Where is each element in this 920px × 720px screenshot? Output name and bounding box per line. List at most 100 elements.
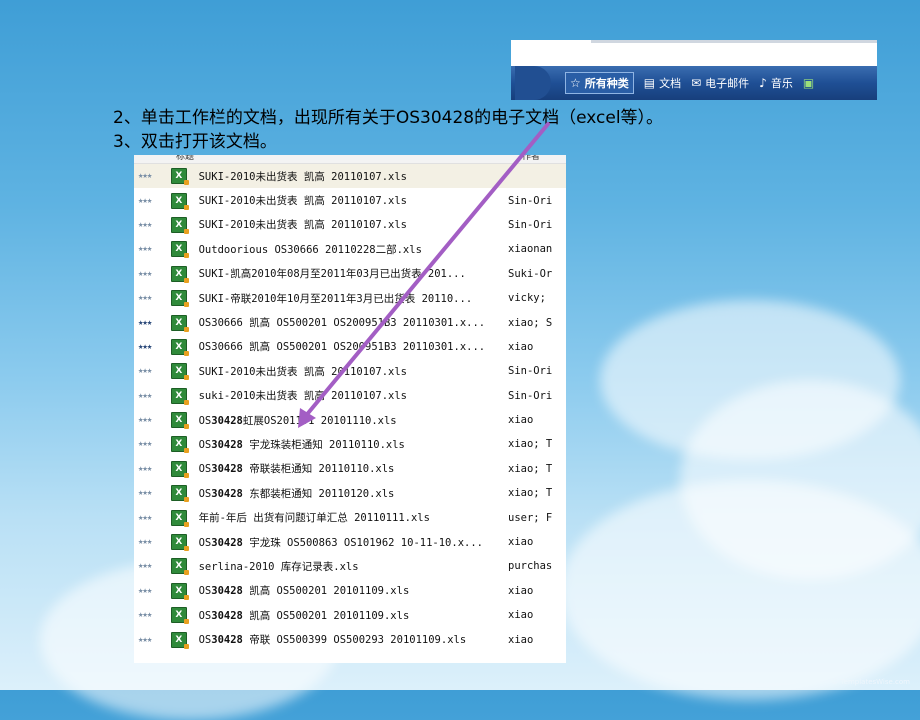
file-row[interactable]: ★★★ X OS30428 帝联装柜通知 20110110.xls xiao; T — [134, 457, 566, 481]
rating-stars: ★★★ — [138, 341, 152, 352]
file-row[interactable]: ★★★ X SUKI-2010未出货表 凯高 20110107.xls Sin-Ori — [134, 359, 566, 383]
file-name-part: OS — [198, 463, 212, 476]
file-author: xiaonan — [508, 243, 553, 256]
cloud-decoration — [560, 480, 920, 700]
file-row[interactable]: ★★★ X 年前-年后 出货有问题订单汇总 20110111.xls user; F — [134, 505, 566, 529]
file-author: Sin-Ori — [508, 194, 553, 207]
rating-stars: ★★★ — [138, 610, 152, 621]
rating-stars: ★★★ — [138, 268, 152, 279]
rating-stars: ★★★ — [138, 317, 152, 328]
file-name: SUKI-凯高2010年08月至2011年03月已出货表 201... — [199, 266, 508, 281]
file-name-part: 宇龙珠 OS500863 OS101962 10-11-10.x... — [242, 536, 483, 549]
excel-file-icon: X — [171, 314, 189, 332]
tab-label: 电子邮件 — [705, 77, 750, 90]
file-name-part: OS — [198, 536, 212, 549]
file-row[interactable]: ★★★ X OS30428 凯高 OS500201 20101109.xls xiao — [134, 603, 566, 627]
tab-documents[interactable]: ▤ 文档 — [644, 73, 681, 93]
excel-file-icon: X — [171, 607, 189, 625]
column-header-author[interactable]: 作者 — [522, 155, 540, 162]
excel-file-icon: X — [171, 509, 189, 527]
file-author: xiao — [508, 609, 534, 622]
column-header-title[interactable]: 标题 — [176, 155, 194, 162]
file-name-part: suki-2010未出货表 凯高 20110107.xls — [198, 390, 408, 403]
file-row[interactable]: ★★★ X SUKI-凯高2010年08月至2011年03月已出货表 201... S… — [134, 262, 566, 286]
file-name: SUKI-2010未出货表 凯高 20110107.xls — [199, 193, 508, 208]
excel-file-icon: X — [171, 216, 189, 234]
step-3: 3、双击打开该文档。 — [113, 132, 277, 152]
rating-stars: ★★★ — [138, 512, 152, 523]
rating-stars: ★★★ — [138, 537, 152, 548]
file-row[interactable]: ★★★ X SUKI-2010未出货表 凯高 20110107.xls — [134, 164, 566, 189]
list-header: 标题 作者 — [134, 155, 566, 164]
file-name-part: Outdoorious OS30666 20110228二部.xls — [198, 243, 422, 256]
file-author: user; F — [508, 511, 553, 524]
file-name: OS30666 凯高 OS500201 OS200951B3 20110301.… — [199, 339, 508, 354]
file-name-match: 30428 — [211, 609, 243, 622]
document-icon: ▤ — [643, 76, 656, 90]
file-author: xiao; T — [508, 462, 553, 475]
file-name: OS30428虹展OS201191 20101110.xls — [199, 413, 508, 428]
file-author: purchas — [508, 560, 553, 573]
file-row[interactable]: ★★★ X OS30428 帝联 OS500399 OS500293 2010110… — [134, 627, 566, 651]
file-name: OS30428 凯高 OS500201 20101109.xls — [199, 583, 508, 598]
tab-email[interactable]: ✉ 电子邮件 — [691, 73, 749, 93]
rating-stars: ★★★ — [138, 171, 152, 182]
file-author: xiao — [508, 340, 534, 353]
excel-file-icon: X — [171, 168, 189, 186]
file-name: SUKI-2010未出货表 凯高 20110107.xls — [199, 364, 508, 379]
excel-file-icon: X — [171, 338, 189, 356]
file-name-match: 30428 — [211, 487, 243, 500]
file-name: SUKI-帝联2010年10月至2011年3月已出货表 20110... — [199, 291, 508, 306]
file-author: vicky; — [508, 292, 546, 305]
file-row[interactable]: ★★★ X SUKI-帝联2010年10月至2011年3月已出货表 20110...… — [134, 286, 566, 310]
file-author: Sin-Ori — [508, 365, 553, 378]
file-row[interactable]: ★★★ X SUKI-2010未出货表 凯高 20110107.xls Sin-Ori — [134, 213, 566, 237]
tab-all-categories[interactable]: ☆ 所有种类 — [565, 72, 634, 94]
rating-stars: ★★★ — [138, 634, 152, 645]
file-name-part: SUKI-帝联2010年10月至2011年3月已出货表 20110... — [198, 292, 473, 305]
rating-stars: ★★★ — [138, 561, 152, 572]
music-icon: ♪ — [759, 76, 767, 90]
file-row[interactable]: ★★★ Xsuki-2010未出货表 凯高 20110107.xls Sin-Ori — [134, 384, 566, 408]
excel-file-icon: X — [171, 265, 189, 283]
file-row[interactable]: ★★★ X OS30428 宇龙珠装柜通知 20110110.xls xiao; T — [134, 432, 566, 456]
file-author: xiao — [508, 536, 534, 549]
tab-more[interactable]: ▣ — [803, 73, 818, 93]
file-name: OS30666 凯高 OS500201 OS200951B3 20110301.… — [199, 315, 508, 330]
excel-file-icon: X — [171, 412, 189, 430]
file-name-match: 30428 — [211, 414, 243, 427]
file-name: SUKI-2010未出货表 凯高 20110107.xls — [199, 169, 508, 184]
file-author: xiao — [508, 633, 534, 646]
file-rows: ★★★ X SUKI-2010未出货表 凯高 20110107.xls ★★★ X SUK… — [134, 164, 566, 652]
rating-stars: ★★★ — [138, 195, 152, 206]
file-row[interactable]: ★★★ X OS30666 凯高 OS500201 OS200951B3 20110… — [134, 335, 566, 359]
tab-music[interactable]: ♪ 音乐 — [759, 73, 793, 93]
file-name-part: SUKI-2010未出货表 凯高 20110107.xls — [198, 219, 408, 232]
file-name-part: SUKI-凯高2010年08月至2011年03月已出货表 201... — [198, 268, 466, 281]
file-row[interactable]: ★★★ X Outdoorious OS30666 20110228二部.xls xi… — [134, 237, 566, 261]
file-row[interactable]: ★★★ X OS30428 凯高 OS500201 20101109.xls xiao — [134, 579, 566, 603]
file-name-part: serlina-2010 库存记录表.xls — [198, 560, 359, 573]
file-row[interactable]: ★★★ Xserlina-2010 库存记录表.xls purchas — [134, 554, 566, 578]
file-author: xiao; T — [508, 487, 553, 500]
excel-file-icon: X — [171, 460, 189, 478]
file-name-part: OS — [198, 634, 212, 647]
file-row[interactable]: ★★★ X OS30428 宇龙珠 OS500863 OS101962 10-11-… — [134, 530, 566, 554]
file-name-part: OS30666 凯高 OS500201 OS200951B3 20110301.… — [198, 341, 486, 354]
file-author: Sin-Ori — [508, 218, 553, 231]
file-row[interactable]: ★★★ X OS30428 东都装柜通知 20110120.xls xiao; T — [134, 481, 566, 505]
step-2: 2、单击工作栏的文档，出现所有关于OS30428的电子文档（excel等）。 — [113, 106, 663, 130]
rating-stars: ★★★ — [138, 415, 152, 426]
file-name: OS30428 凯高 OS500201 20101109.xls — [199, 608, 508, 623]
excel-file-icon: X — [171, 192, 189, 210]
file-row[interactable]: ★★★ X OS30666 凯高 OS500201 OS200951B3 20110… — [134, 310, 566, 334]
file-row[interactable]: ★★★ X SUKI-2010未出货表 凯高 20110107.xls Sin-Ori — [134, 188, 566, 212]
file-name-part: 凯高 OS500201 20101109.xls — [242, 609, 410, 622]
excel-file-icon: X — [171, 387, 189, 405]
file-name-part: OS — [198, 487, 212, 500]
file-row[interactable]: ★★★ X OS30428虹展OS201191 20101110.xls xiao — [134, 408, 566, 432]
start-orb[interactable] — [515, 66, 551, 100]
tab-label: 文档 — [659, 77, 682, 90]
file-name-match: 30428 — [211, 438, 243, 451]
tab-label: 音乐 — [770, 77, 793, 90]
